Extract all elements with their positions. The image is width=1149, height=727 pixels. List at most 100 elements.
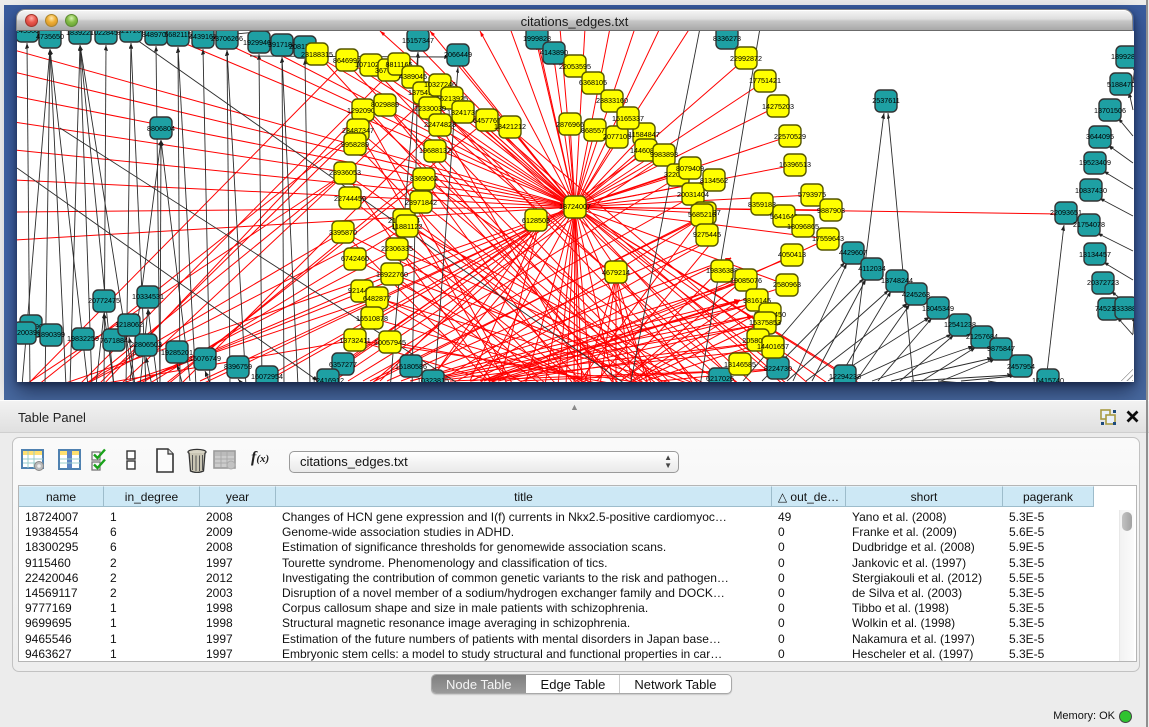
svg-text:1890399: 1890399 <box>37 330 65 339</box>
svg-text:13732411: 13732411 <box>339 336 370 345</box>
svg-text:16396513: 16396513 <box>779 160 811 169</box>
svg-text:3644095: 3644095 <box>1086 132 1114 141</box>
svg-text:17751421: 17751421 <box>749 76 781 85</box>
svg-text:4679214: 4679214 <box>602 268 630 277</box>
svg-text:5793975: 5793975 <box>798 190 826 199</box>
svg-text:8359183: 8359183 <box>748 200 776 209</box>
svg-text:12416912: 12416912 <box>312 376 344 382</box>
svg-text:10334531: 10334531 <box>132 292 164 301</box>
svg-text:17559643: 17559643 <box>812 234 844 243</box>
svg-text:3333883: 3333883 <box>1112 304 1134 313</box>
svg-text:6368105: 6368105 <box>579 78 607 87</box>
svg-text:23188315: 23188315 <box>301 50 333 59</box>
svg-text:5188470: 5188470 <box>1107 80 1134 89</box>
svg-text:9875847: 9875847 <box>987 344 1015 353</box>
svg-text:18922760: 18922760 <box>376 270 408 279</box>
svg-text:19688132: 19688132 <box>419 146 451 155</box>
svg-text:19523409: 19523409 <box>1079 158 1111 167</box>
svg-text:16415740: 16415740 <box>1032 376 1064 382</box>
svg-text:11881122: 11881122 <box>392 222 423 231</box>
svg-text:9983893: 9983893 <box>650 150 678 159</box>
svg-text:16510878: 16510878 <box>356 314 388 323</box>
svg-text:8369062: 8369062 <box>410 174 438 183</box>
svg-text:6482877: 6482877 <box>363 294 391 303</box>
svg-text:22474828: 22474828 <box>424 120 456 129</box>
svg-text:9958289: 9958289 <box>341 140 369 149</box>
svg-text:8806804: 8806804 <box>147 124 175 133</box>
svg-text:6742460: 6742460 <box>341 254 369 263</box>
svg-text:9275445: 9275445 <box>693 230 721 239</box>
svg-text:15165337: 15165337 <box>612 114 644 123</box>
svg-text:9217207: 9217207 <box>117 31 145 35</box>
svg-text:8029889: 8029889 <box>371 100 399 109</box>
svg-text:22306335: 22306335 <box>381 244 413 253</box>
svg-text:2077105: 2077105 <box>603 132 631 141</box>
svg-text:8396759: 8396759 <box>224 362 252 371</box>
svg-text:18724007: 18724007 <box>559 202 591 211</box>
svg-text:8079409: 8079409 <box>676 164 704 173</box>
svg-text:4143890: 4143890 <box>540 48 568 57</box>
svg-text:2457954: 2457954 <box>1007 362 1035 371</box>
svg-text:8134562: 8134562 <box>700 176 728 185</box>
svg-text:1218062: 1218062 <box>115 320 143 329</box>
svg-text:18992829: 18992829 <box>1111 52 1134 61</box>
svg-text:6217026: 6217026 <box>706 374 734 382</box>
svg-text:11584847: 11584847 <box>628 130 659 139</box>
svg-text:13701506: 13701506 <box>1094 106 1126 115</box>
svg-text:8224730: 8224730 <box>764 364 792 373</box>
svg-text:4112034: 4112034 <box>858 264 885 273</box>
svg-text:12294238: 12294238 <box>829 372 861 381</box>
svg-text:12541238: 12541238 <box>944 320 976 329</box>
svg-text:6357277: 6357277 <box>329 360 357 369</box>
svg-text:22093651: 22093651 <box>1050 208 1082 217</box>
svg-text:2876966: 2876966 <box>556 120 584 129</box>
svg-text:4429607: 4429607 <box>839 248 867 257</box>
svg-text:22053595: 22053595 <box>559 62 591 71</box>
svg-text:13045349: 13045349 <box>922 304 954 313</box>
svg-text:21754078: 21754078 <box>1073 220 1105 229</box>
svg-text:4389045: 4389045 <box>399 72 427 81</box>
svg-text:22570529: 22570529 <box>774 132 806 141</box>
svg-text:14401657: 14401657 <box>757 342 789 351</box>
svg-text:10057945: 10057945 <box>374 338 406 347</box>
svg-text:7671884: 7671884 <box>100 336 128 345</box>
svg-text:4735650: 4735650 <box>36 32 64 41</box>
svg-text:22330030: 22330030 <box>414 104 446 113</box>
svg-text:5682115: 5682115 <box>164 31 191 39</box>
svg-text:15157347: 15157347 <box>402 36 434 45</box>
svg-text:16072954: 16072954 <box>251 372 283 381</box>
svg-text:15375853: 15375853 <box>749 318 781 327</box>
svg-text:23971842: 23971842 <box>405 198 437 207</box>
svg-text:13146585: 13146585 <box>724 360 756 369</box>
svg-text:10837430: 10837430 <box>1075 186 1107 195</box>
svg-text:4050413: 4050413 <box>778 250 806 259</box>
svg-text:3395870: 3395870 <box>329 228 357 237</box>
svg-text:19832259: 19832259 <box>67 334 99 343</box>
svg-text:20372723: 20372723 <box>1087 278 1119 287</box>
svg-text:20031404: 20031404 <box>677 190 709 199</box>
svg-text:22744459: 22744459 <box>334 194 366 203</box>
svg-text:2537611: 2537611 <box>872 96 899 105</box>
svg-text:2580963: 2580963 <box>773 280 801 289</box>
svg-text:22806503: 22806503 <box>130 340 162 349</box>
svg-text:23936053: 23936053 <box>329 168 361 177</box>
svg-text:23706266: 23706266 <box>211 34 243 43</box>
svg-text:19085076: 19085076 <box>730 276 762 285</box>
svg-text:15076749: 15076749 <box>189 354 221 363</box>
svg-text:14275203: 14275203 <box>762 102 794 111</box>
svg-text:23833160: 23833160 <box>596 96 628 105</box>
svg-text:22992872: 22992872 <box>730 54 762 63</box>
svg-text:19836388: 19836388 <box>706 266 738 275</box>
svg-text:6128503: 6128503 <box>522 216 550 225</box>
svg-text:15180586: 15180586 <box>395 362 427 371</box>
svg-text:5685216: 5685216 <box>688 210 716 219</box>
svg-text:20772475: 20772475 <box>88 296 120 305</box>
svg-text:8336273: 8336273 <box>713 34 741 43</box>
svg-text:2066449: 2066449 <box>444 50 472 59</box>
svg-text:13134457: 13134457 <box>1079 250 1111 259</box>
svg-text:9887903: 9887903 <box>817 206 845 215</box>
svg-text:13421212: 13421212 <box>494 122 526 131</box>
svg-text:10323815: 10323815 <box>417 376 449 382</box>
svg-text:18096865: 18096865 <box>787 222 819 231</box>
svg-text:4245263: 4245263 <box>902 290 930 299</box>
